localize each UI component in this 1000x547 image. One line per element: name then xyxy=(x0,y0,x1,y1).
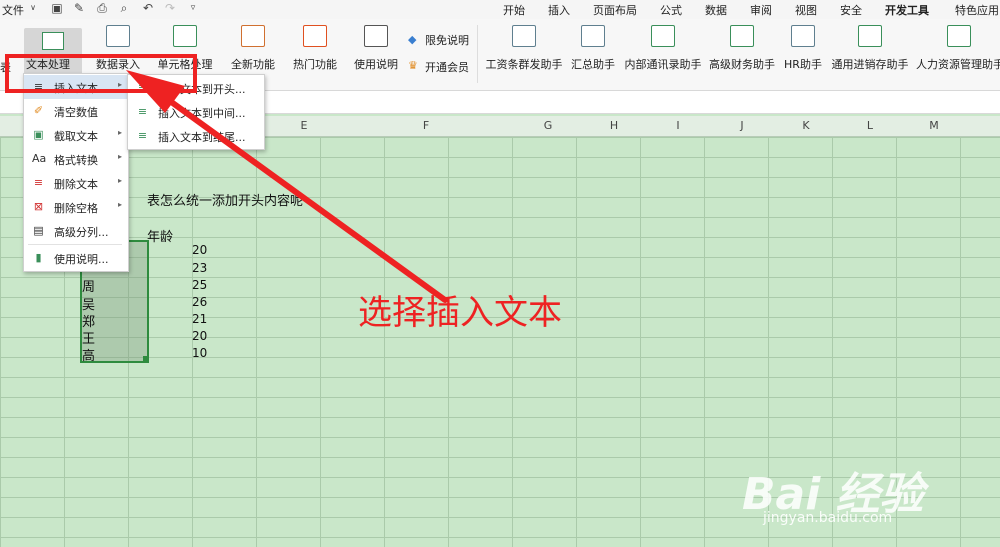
arrow-shaft xyxy=(149,85,448,303)
annotation-text: 选择插入文本 xyxy=(358,293,562,333)
watermark-url: jingyan.baidu.com xyxy=(763,510,893,526)
